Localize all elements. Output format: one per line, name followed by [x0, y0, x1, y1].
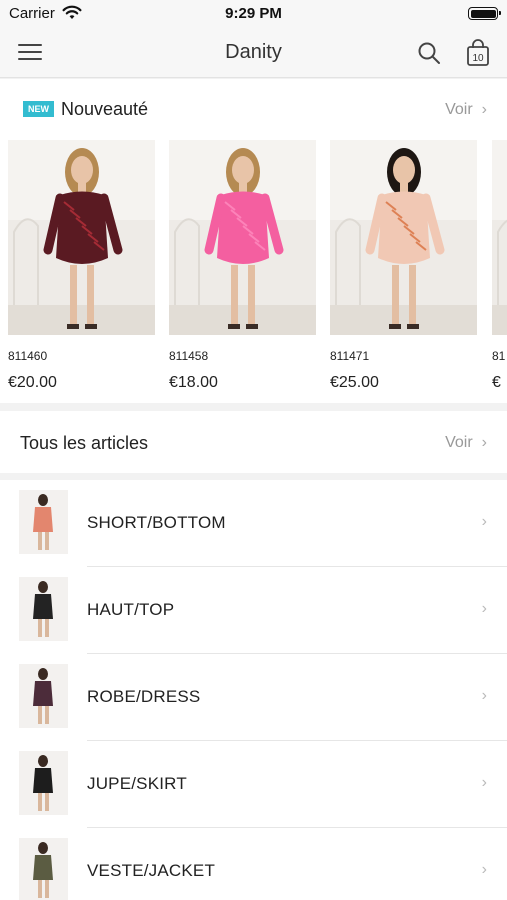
category-item-jupe-skirt[interactable]: JUPE/SKIRT › — [0, 741, 507, 828]
product-photo-0 — [8, 140, 155, 335]
product-image — [330, 140, 477, 335]
category-list: SHORT/BOTTOM › HAUT/TOP › ROBE/DRESS › J… — [0, 480, 507, 900]
status-time: 9:29 PM — [225, 5, 282, 22]
new-arrivals-section: NEW Nouveauté Voir › 811460 €20.00 811458… — [0, 79, 507, 403]
product-photo-2 — [330, 140, 477, 335]
see-all-label: Voir — [445, 434, 473, 451]
product-image — [492, 140, 507, 335]
shopping-bag-icon[interactable]: 10 — [465, 39, 491, 67]
product-ref: 811460 — [8, 349, 48, 363]
chevron-right-icon: › — [481, 861, 487, 878]
chevron-right-icon: › — [481, 687, 487, 704]
product-price: €20.00 — [8, 374, 57, 391]
category-thumbnail — [19, 838, 68, 900]
category-label: SHORT/BOTTOM — [87, 513, 226, 532]
product-price: €25.00 — [330, 374, 379, 391]
category-thumbnail — [19, 664, 68, 728]
category-thumbnail — [19, 490, 68, 554]
chevron-right-icon: › — [481, 101, 487, 118]
product-card[interactable]: 81 € — [492, 140, 507, 392]
chevron-right-icon: › — [481, 513, 487, 530]
category-item-robe-dress[interactable]: ROBE/DRESS › — [0, 654, 507, 741]
cat-photo-3 — [19, 751, 68, 815]
all-articles-section: Tous les articles Voir › — [0, 411, 507, 473]
category-thumbnail — [19, 751, 68, 815]
product-image — [8, 140, 155, 335]
product-ref: 811458 — [169, 349, 209, 363]
battery-icon — [468, 7, 501, 20]
chevron-right-icon: › — [481, 774, 487, 791]
cat-photo-4 — [19, 838, 68, 900]
category-item-haut-top[interactable]: HAUT/TOP › — [0, 567, 507, 654]
cart-count: 10 — [472, 53, 484, 64]
cat-photo-0 — [19, 490, 68, 554]
cat-photo-2 — [19, 664, 68, 728]
product-ref: 81 — [492, 349, 506, 363]
product-ref: 811471 — [330, 349, 370, 363]
section-title-new: Nouveauté — [61, 99, 149, 119]
product-price: €18.00 — [169, 374, 218, 391]
product-card[interactable]: 811460 €20.00 — [8, 140, 155, 392]
new-badge: NEW — [23, 101, 54, 117]
cat-photo-1 — [19, 577, 68, 641]
category-item-veste-jacket[interactable]: VESTE/JACKET › — [0, 828, 507, 900]
see-all-label: Voir — [445, 101, 473, 118]
chevron-right-icon: › — [481, 600, 487, 617]
section-title-all: Tous les articles — [20, 433, 149, 453]
see-all-articles-link[interactable]: Voir › — [445, 434, 487, 452]
product-price: € — [492, 374, 501, 391]
product-carousel[interactable]: 811460 €20.00 811458 €18.00 811471 €25.0… — [8, 140, 507, 400]
see-all-new-link[interactable]: Voir › — [445, 101, 487, 119]
product-image — [169, 140, 316, 335]
category-thumbnail — [19, 577, 68, 641]
category-label: HAUT/TOP — [87, 600, 175, 619]
product-card[interactable]: 811471 €25.00 — [330, 140, 477, 392]
product-card[interactable]: 811458 €18.00 — [169, 140, 316, 392]
category-label: VESTE/JACKET — [87, 861, 216, 880]
product-photo-1 — [169, 140, 316, 335]
product-photo-3 — [492, 140, 507, 335]
category-item-short-bottom[interactable]: SHORT/BOTTOM › — [0, 480, 507, 567]
category-label: ROBE/DRESS — [87, 687, 201, 706]
nav-bar: Danity 10 — [0, 28, 507, 78]
search-icon[interactable] — [417, 41, 441, 65]
status-bar: Carrier 9:29 PM — [0, 0, 507, 28]
category-label: JUPE/SKIRT — [87, 774, 187, 793]
chevron-right-icon: › — [481, 434, 487, 451]
